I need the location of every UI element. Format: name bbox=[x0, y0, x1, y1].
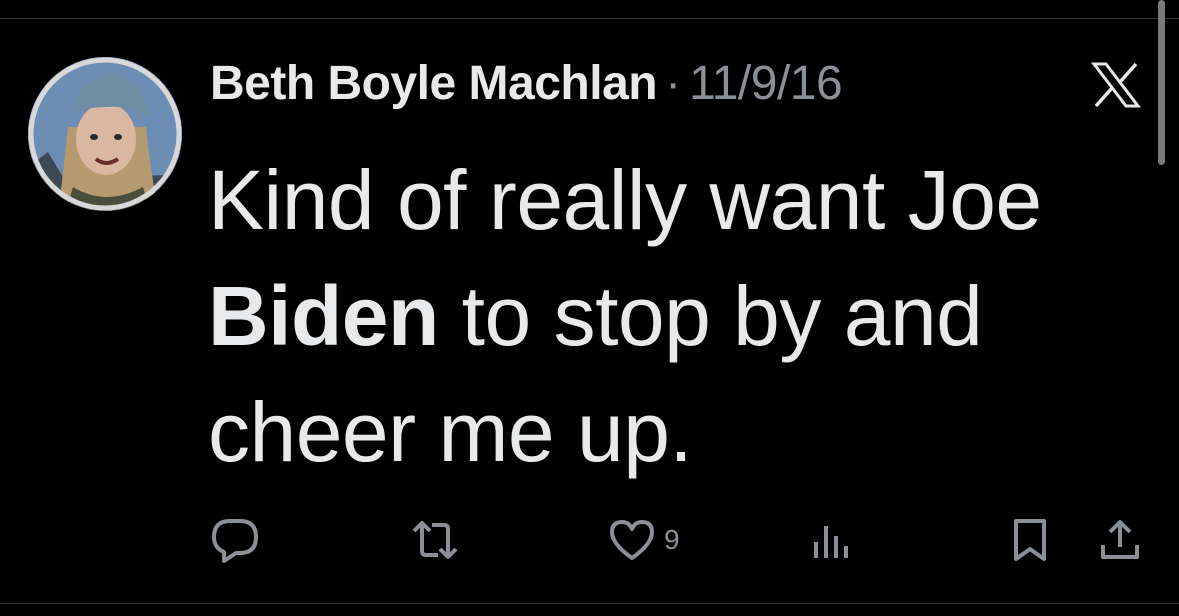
avatar[interactable] bbox=[28, 57, 182, 211]
tweet-text-start: Kind of really want Joe bbox=[208, 153, 1042, 247]
tweet-text-bold: Biden bbox=[208, 269, 439, 363]
heart-icon bbox=[610, 520, 654, 560]
analytics-icon bbox=[814, 526, 848, 558]
separator-dot: · bbox=[665, 57, 682, 110]
reply-button[interactable] bbox=[210, 516, 260, 564]
views-button[interactable] bbox=[810, 516, 854, 564]
like-button[interactable]: 9 bbox=[608, 516, 680, 564]
retweet-icon bbox=[412, 521, 458, 559]
bookmark-icon bbox=[1014, 519, 1046, 561]
share-button[interactable] bbox=[1097, 516, 1143, 564]
author-name[interactable]: Beth Boyle Machlan bbox=[210, 56, 658, 111]
x-logo-icon bbox=[1090, 62, 1142, 108]
top-divider bbox=[0, 18, 1179, 19]
tweet-header: Beth Boyle Machlan · 11/9/16 bbox=[210, 56, 843, 116]
bottom-divider bbox=[0, 603, 1179, 604]
reply-icon bbox=[212, 519, 258, 563]
tweet-text: Kind of really want Joe Biden to stop by… bbox=[208, 142, 1148, 490]
tweet-date[interactable]: 11/9/16 bbox=[689, 56, 843, 111]
bookmark-button[interactable] bbox=[1010, 516, 1050, 564]
share-icon bbox=[1101, 520, 1139, 559]
retweet-button[interactable] bbox=[408, 516, 462, 564]
like-count: 9 bbox=[664, 524, 680, 555]
scrollbar[interactable] bbox=[1158, 0, 1165, 165]
